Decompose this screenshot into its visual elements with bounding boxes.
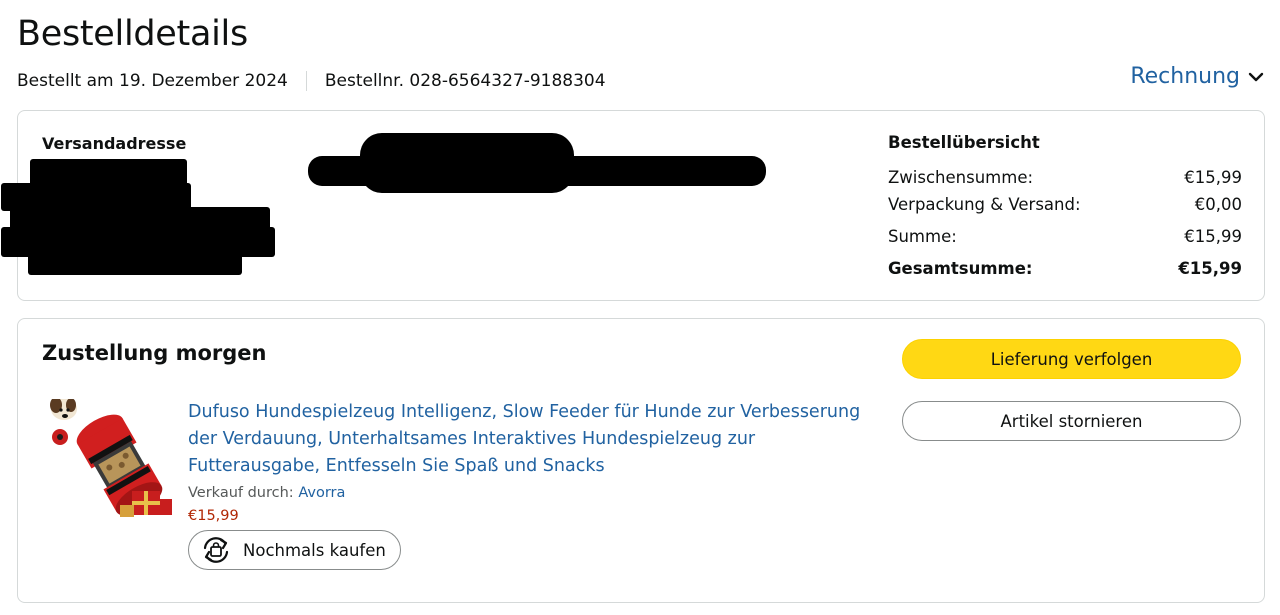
cancel-item-button[interactable]: Artikel stornieren xyxy=(902,401,1241,441)
seller-link[interactable]: Avorra xyxy=(298,485,345,501)
invoice-dropdown[interactable]: Rechnung xyxy=(1130,64,1264,89)
redacted-block xyxy=(28,253,242,275)
summary-row-sum: Summe: €15,99 xyxy=(888,223,1242,250)
summary-label: Verpackung & Versand: xyxy=(888,195,1081,214)
chevron-down-icon xyxy=(1248,71,1264,83)
invoice-label: Rechnung xyxy=(1130,64,1240,89)
meta-divider xyxy=(305,71,307,91)
product-image[interactable] xyxy=(46,397,176,524)
delivery-status-title: Zustellung morgen xyxy=(42,341,267,365)
buy-again-button[interactable]: Nochmals kaufen xyxy=(188,530,401,570)
order-summary-title: Bestellübersicht xyxy=(888,133,1040,152)
summary-label: Gesamtsumme: xyxy=(888,259,1033,278)
address-summary-card: Versandadresse Bestellübersicht Zwischen… xyxy=(1,110,1265,301)
product-info: Dufuso Hundespielzeug Intelligenz, Slow … xyxy=(188,399,868,570)
summary-label: Zwischensumme: xyxy=(888,168,1034,187)
seller-line: Verkauf durch: Avorra xyxy=(188,482,868,504)
summary-row-shipping: Verpackung & Versand: €0,00 xyxy=(888,191,1242,218)
delivery-card: Zustellung morgen Lieferung verfolgen Ar… xyxy=(17,318,1265,603)
summary-row-grand-total: Gesamtsumme: €15,99 xyxy=(888,255,1242,282)
order-summary: Bestellübersicht Zwischensumme: €15,99 V… xyxy=(888,133,1242,282)
buy-again-icon xyxy=(199,535,233,565)
summary-value: €15,99 xyxy=(1184,168,1242,187)
redacted-block xyxy=(360,133,574,193)
summary-row-subtotal: Zwischensumme: €15,99 xyxy=(888,164,1242,191)
track-package-button[interactable]: Lieferung verfolgen xyxy=(902,339,1241,379)
summary-value: €0,00 xyxy=(1194,195,1242,214)
order-date: Bestellt am 19. Dezember 2024 xyxy=(17,71,288,91)
summary-value: €15,99 xyxy=(1178,259,1242,278)
product-title-link[interactable]: Dufuso Hundespielzeug Intelligenz, Slow … xyxy=(188,399,868,480)
item-price: €15,99 xyxy=(188,508,239,524)
page-title: Bestelldetails xyxy=(17,14,248,54)
shipping-address-title: Versandadresse xyxy=(42,134,187,153)
buy-again-label: Nochmals kaufen xyxy=(243,540,386,560)
seller-prefix: Verkauf durch: xyxy=(188,485,294,501)
summary-value: €15,99 xyxy=(1184,227,1242,246)
summary-label: Summe: xyxy=(888,227,957,246)
order-number: Bestellnr. 028-6564327-9188304 xyxy=(324,71,606,91)
order-meta: Bestellt am 19. Dezember 2024 Bestellnr.… xyxy=(17,69,606,93)
